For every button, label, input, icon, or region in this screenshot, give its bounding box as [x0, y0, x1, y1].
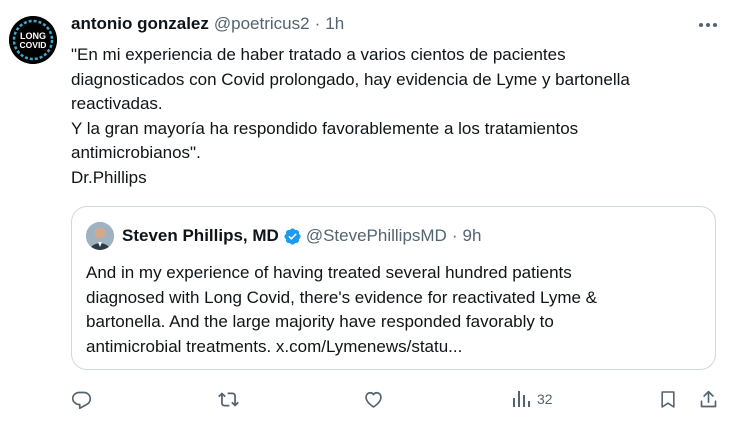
quoted-author-name[interactable]: Steven Phillips, MD: [122, 226, 279, 246]
tweet-line: reactivadas.: [71, 94, 163, 113]
repost-button[interactable]: [217, 386, 240, 412]
quoted-tweet[interactable]: Steven Phillips, MD @StevePhillipsMD · 9…: [71, 206, 716, 370]
quoted-tweet-header: Steven Phillips, MD @StevePhillipsMD · 9…: [122, 225, 481, 247]
tweet-actions-bar: 32: [0, 386, 730, 412]
header-separator: ·: [314, 14, 321, 33]
quoted-line: antimicrobial treatments. x.com/Lymenews…: [86, 336, 463, 356]
reply-icon: [71, 391, 92, 409]
tweet-header: antonio gonzalez @poetricus2 · 1h: [71, 13, 344, 35]
verified-badge-icon: [283, 227, 302, 246]
views-button[interactable]: 32: [511, 386, 553, 412]
bookmark-icon: [661, 390, 675, 408]
author-avatar[interactable]: LONG COVID: [9, 16, 57, 64]
tweet-line: Y la gran mayoría ha respondido favorabl…: [71, 118, 579, 138]
share-icon: [700, 390, 717, 407]
reply-button[interactable]: [71, 386, 92, 412]
tweet-text: "En mi experiencia de haber tratado a va…: [71, 43, 711, 190]
more-options-button[interactable]: [694, 14, 722, 36]
quoted-line: And in my experience of having treated s…: [86, 263, 572, 282]
tweet-line: diagnosticados con Covid prolongado, hay…: [71, 69, 630, 89]
person-avatar-icon: [86, 222, 114, 250]
views-chart-icon: [513, 391, 530, 407]
like-button[interactable]: [363, 386, 384, 412]
quoted-timestamp[interactable]: 9h: [463, 226, 482, 246]
repost-icon: [218, 391, 239, 407]
long-covid-logo-icon: LONG COVID: [9, 16, 57, 64]
bookmark-button[interactable]: [658, 386, 678, 412]
views-count: 32: [537, 391, 553, 407]
quoted-author-avatar[interactable]: [86, 222, 114, 250]
quoted-header-separator: ·: [451, 226, 458, 245]
tweet-timestamp[interactable]: 1h: [325, 14, 344, 34]
author-name[interactable]: antonio gonzalez: [71, 14, 209, 34]
quoted-author-handle[interactable]: @StevePhillipsMD: [306, 226, 447, 246]
tweet-line: "En mi experiencia de haber tratado a va…: [71, 45, 566, 64]
more-dots-icon: [699, 23, 717, 27]
share-button[interactable]: [698, 386, 719, 412]
quoted-tweet-text: And in my experience of having treated s…: [86, 261, 706, 359]
heart-icon: [365, 391, 382, 408]
tweet-line: antimicrobianos".: [71, 143, 201, 162]
tweet-line: Dr.Phillips: [71, 167, 147, 187]
quoted-line: diagnosed with Long Covid, there's evide…: [86, 287, 598, 307]
svg-text:COVID: COVID: [20, 40, 47, 50]
quoted-line: bartonella. And the large majority have …: [86, 312, 554, 331]
author-handle[interactable]: @poetricus2: [214, 14, 310, 34]
